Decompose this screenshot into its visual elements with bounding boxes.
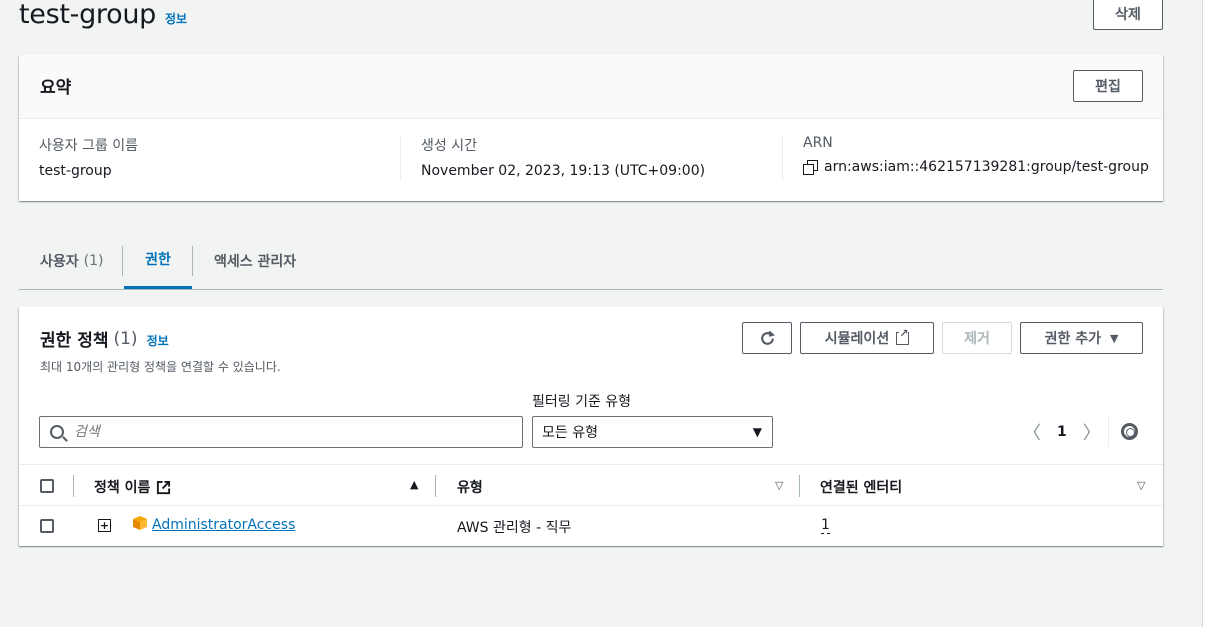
policies-title: 권한 정책	[40, 331, 109, 351]
refresh-icon	[760, 330, 775, 345]
filter-label: 필터링 기준 유형	[532, 394, 632, 410]
column-type[interactable]: 유형	[457, 477, 483, 497]
summary-header: 요약 편집	[19, 55, 1163, 119]
tab-access-advisor-label: 액세스 관리자	[214, 253, 297, 270]
group-name-label: 사용자 그룹 이름	[39, 138, 139, 154]
add-permissions-button[interactable]: 권한 추가 ▼	[1020, 322, 1143, 354]
managed-policy-icon	[133, 516, 147, 530]
summary-title: 요약	[40, 78, 72, 98]
tab-users-count: (1)	[83, 252, 104, 269]
creation-time-value: November 02, 2023, 19:13 (UTC+09:00)	[421, 163, 706, 179]
row-checkbox[interactable]	[40, 519, 54, 533]
expand-icon[interactable]: +	[98, 519, 111, 532]
creation-time-field: 생성 시간 November 02, 2023, 19:13 (UTC+09:0…	[421, 135, 761, 185]
pager-divider	[1108, 415, 1109, 447]
caret-down-icon: ▼	[752, 425, 762, 439]
edit-button[interactable]: 편집	[1073, 70, 1143, 102]
column-divider	[782, 135, 783, 181]
tab-users-label: 사용자	[40, 253, 79, 270]
column-divider	[73, 475, 74, 497]
tab-divider	[122, 246, 123, 276]
summary-card: 요약 편집 사용자 그룹 이름 test-group 생성 시간 Novembe…	[19, 55, 1163, 201]
current-page[interactable]: 1	[1057, 424, 1067, 440]
group-name-field: 사용자 그룹 이름 test-group	[39, 135, 379, 185]
sort-icon[interactable]: ▽	[775, 479, 783, 492]
policy-type: AWS 관리형 - 직무	[457, 520, 572, 536]
policy-name-link[interactable]: AdministratorAccess	[152, 517, 295, 533]
search-box[interactable]	[39, 416, 523, 448]
search-input[interactable]	[74, 424, 474, 440]
column-attached-entities[interactable]: 연결된 엔터티	[820, 477, 902, 497]
table-header: 정책 이름 ▲ 유형 ▽ 연결된 엔터티 ▽	[19, 464, 1163, 506]
caret-down-icon: ▼	[1109, 331, 1119, 345]
summary-fields: 사용자 그룹 이름 test-group 생성 시간 November 02, …	[19, 119, 1163, 201]
type-filter-select[interactable]: 모든 유형 ▼	[532, 416, 773, 448]
external-link-icon	[157, 480, 171, 494]
external-link-icon	[896, 327, 910, 345]
tab-access-advisor[interactable]: 액세스 관리자	[214, 246, 296, 289]
table-row[interactable]: + AdministratorAccess AWS 관리형 - 직무 1	[19, 506, 1163, 546]
arn-value: arn:aws:iam::462157139281:group/test-gro…	[824, 159, 1149, 175]
column-policy-name-label: 정책 이름	[94, 480, 151, 496]
tab-users[interactable]: 사용자 (1)	[40, 246, 103, 289]
type-filter-value: 모든 유형	[542, 425, 598, 441]
sort-ascending-icon[interactable]: ▲	[410, 478, 418, 491]
policies-description: 최대 10개의 관리형 정책을 연결할 수 있습니다.	[40, 360, 281, 374]
simulate-label: 시뮬레이션	[824, 331, 890, 347]
add-permissions-label: 권한 추가	[1044, 331, 1101, 347]
attached-entities-count[interactable]: 1	[821, 517, 830, 534]
select-all-checkbox[interactable]	[40, 479, 54, 493]
creation-time-label: 생성 시간	[421, 138, 477, 154]
tab-bar: 사용자 (1) 권한 액세스 관리자	[19, 232, 1163, 290]
tab-permissions-label: 권한	[145, 252, 171, 268]
tab-permissions[interactable]: 권한	[124, 246, 192, 289]
column-divider	[435, 475, 436, 497]
sort-icon[interactable]: ▽	[1137, 479, 1145, 492]
arn-value-row: arn:aws:iam::462157139281:group/test-gro…	[803, 159, 1153, 175]
permission-policies-card: 권한 정책 (1) 정보 최대 10개의 관리형 정책을 연결할 수 있습니다.…	[19, 307, 1163, 546]
policies-info-link[interactable]: 정보	[147, 332, 169, 349]
delete-button[interactable]: 삭제	[1093, 0, 1163, 30]
column-policy-name[interactable]: 정책 이름	[94, 477, 171, 497]
remove-button[interactable]: 제거	[942, 322, 1012, 354]
column-divider	[799, 475, 800, 497]
column-divider	[400, 135, 401, 181]
chevron-left-icon[interactable]: 〈	[1023, 419, 1041, 445]
page-header: test-group 정보	[19, 0, 187, 34]
policies-heading: 권한 정책 (1) 정보	[40, 326, 169, 352]
info-link[interactable]: 정보	[165, 10, 187, 27]
gear-icon[interactable]	[1121, 423, 1138, 440]
policies-count: (1)	[113, 328, 138, 349]
search-icon	[50, 425, 64, 439]
right-panel-border	[1202, 0, 1208, 627]
refresh-button[interactable]	[742, 322, 792, 354]
simulate-button[interactable]: 시뮬레이션	[800, 322, 934, 354]
page-title: test-group	[19, 0, 157, 30]
group-name-value: test-group	[39, 163, 112, 179]
arn-label: ARN	[803, 135, 833, 151]
tab-divider	[192, 246, 193, 276]
chevron-right-icon[interactable]: 〉	[1083, 419, 1101, 445]
copy-icon[interactable]	[803, 160, 818, 175]
arn-field: ARN arn:aws:iam::462157139281:group/test…	[803, 135, 1153, 185]
pagination: 〈 1 〉	[1023, 419, 1101, 445]
